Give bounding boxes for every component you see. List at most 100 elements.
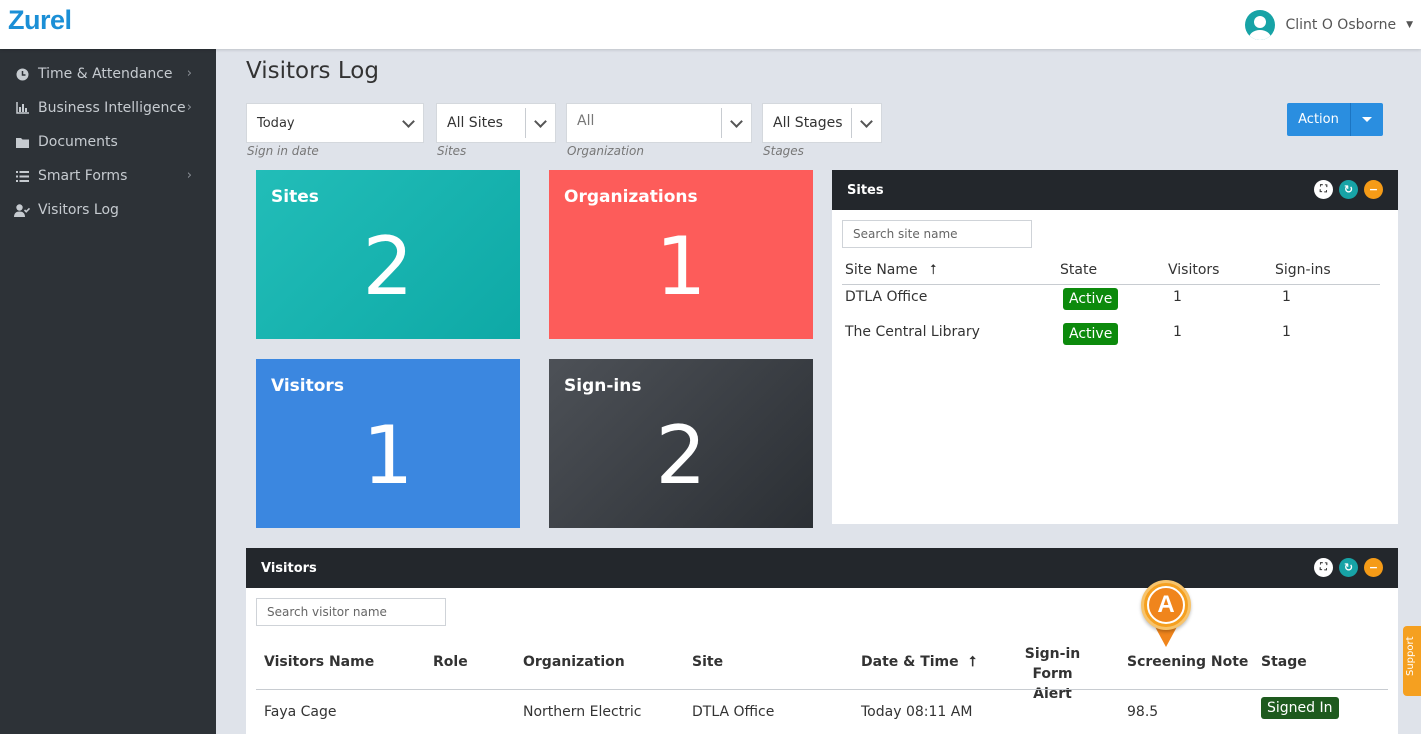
action-button[interactable]: Action xyxy=(1287,103,1350,136)
stages-value: All Stages xyxy=(773,115,843,131)
table-row[interactable]: The Central Library Active 1 1 xyxy=(845,322,1380,357)
col-visitors[interactable]: Visitors xyxy=(1168,262,1219,278)
user-menu[interactable]: Clint O Osborne ▼ xyxy=(1245,10,1413,40)
sidebar-item-business-intelligence[interactable]: Business Intelligence › xyxy=(0,91,216,125)
sort-asc-icon[interactable]: ⭡ xyxy=(970,654,977,670)
visitors-panel: Visitors ⛶ ↻ − Search visitor name Visit… xyxy=(246,548,1398,734)
tile-value: 2 xyxy=(362,220,414,313)
sidebar-item-documents[interactable]: Documents xyxy=(0,125,216,159)
chevron-down-icon[interactable] xyxy=(525,108,555,138)
support-label: Support xyxy=(1405,636,1416,676)
sign-in-date-value: Today xyxy=(257,116,295,131)
table-row[interactable]: Faya Cage Northern Electric DTLA Office … xyxy=(246,694,1398,734)
tile-label: Sign-ins xyxy=(564,376,642,396)
page-title: Visitors Log xyxy=(246,58,379,84)
organization-value: All xyxy=(577,113,595,129)
sites-label: Sites xyxy=(437,144,467,158)
site-search-input[interactable]: Search site name xyxy=(842,220,1032,248)
main-content: Visitors Log Today Sign in date All Site… xyxy=(216,49,1421,734)
minimize-icon[interactable]: − xyxy=(1364,180,1383,199)
site-name-cell: The Central Library xyxy=(845,324,980,340)
annotation-marker: A xyxy=(1138,577,1198,657)
tile-value: 1 xyxy=(362,409,414,502)
action-dropdown-toggle[interactable] xyxy=(1350,103,1383,136)
user-avatar-icon[interactable] xyxy=(1245,10,1276,40)
signins-cell: 1 xyxy=(1282,324,1291,340)
col-signins[interactable]: Sign-ins xyxy=(1275,262,1331,278)
organizations-stat-tile[interactable]: Organizations 1 xyxy=(549,170,813,339)
sidebar-item-label: Time & Attendance xyxy=(38,66,173,82)
chevron-right-icon: › xyxy=(186,66,192,81)
organization-label: Organization xyxy=(567,144,644,158)
visitors-stat-tile[interactable]: Visitors 1 xyxy=(256,359,520,528)
col-site[interactable]: Site xyxy=(692,654,723,670)
top-bar: Zurel Clint O Osborne ▼ xyxy=(0,0,1421,49)
col-visitors-name[interactable]: Visitors Name xyxy=(264,654,374,670)
visitors-panel-header: Visitors ⛶ ↻ − xyxy=(246,548,1398,588)
screening-note-cell: 98.5 xyxy=(1127,704,1159,720)
col-stage[interactable]: Stage xyxy=(1261,654,1307,670)
header-divider xyxy=(842,284,1380,285)
visitors-cell: 1 xyxy=(1173,289,1182,305)
user-name[interactable]: Clint O Osborne xyxy=(1285,17,1396,33)
visitor-search-input[interactable]: Search visitor name xyxy=(256,598,446,626)
chevron-down-icon[interactable] xyxy=(851,108,881,138)
marker-letter: A xyxy=(1147,586,1185,624)
stages-select[interactable]: All Stages xyxy=(762,103,882,143)
user-check-icon xyxy=(14,203,30,217)
sites-panel-header: Sites ⛶ ↻ − xyxy=(832,170,1398,210)
chevron-down-icon[interactable] xyxy=(721,108,751,138)
sites-panel: Sites ⛶ ↻ − Search site name Site Name ⭡… xyxy=(832,170,1398,524)
sidebar-item-visitors-log[interactable]: Visitors Log xyxy=(0,193,216,227)
sign-in-date-label: Sign in date xyxy=(247,144,319,158)
col-organization[interactable]: Organization xyxy=(523,654,625,670)
site-name-cell: DTLA Office xyxy=(845,289,928,305)
sort-asc-icon[interactable]: ⭡ xyxy=(930,262,937,278)
sidebar: Time & Attendance › Business Intelligenc… xyxy=(0,49,216,734)
header-divider xyxy=(256,689,1388,690)
app-logo[interactable]: Zurel xyxy=(8,5,72,36)
organization-cell: Northern Electric xyxy=(523,704,642,720)
chevron-right-icon: › xyxy=(186,100,192,115)
sidebar-item-label: Smart Forms xyxy=(38,168,128,184)
organization-select[interactable]: All xyxy=(566,103,752,143)
col-role[interactable]: Role xyxy=(433,654,468,670)
site-cell: DTLA Office xyxy=(692,704,775,720)
sidebar-item-smart-forms[interactable]: Smart Forms › xyxy=(0,159,216,193)
sites-value: All Sites xyxy=(447,115,503,131)
caret-down-icon[interactable]: ▼ xyxy=(1406,20,1413,30)
sidebar-item-time-attendance[interactable]: Time & Attendance › xyxy=(0,57,216,91)
refresh-icon[interactable]: ↻ xyxy=(1339,558,1358,577)
chevron-right-icon: › xyxy=(186,168,192,183)
visitors-cell: 1 xyxy=(1173,324,1182,340)
sites-select[interactable]: All Sites xyxy=(436,103,556,143)
expand-icon[interactable]: ⛶ xyxy=(1314,180,1333,199)
sites-stat-tile[interactable]: Sites 2 xyxy=(256,170,520,339)
table-row[interactable]: DTLA Office Active 1 1 xyxy=(845,287,1380,322)
chevron-down-icon[interactable] xyxy=(393,108,423,138)
bar-chart-icon xyxy=(14,102,30,114)
col-site-name[interactable]: Site Name ⭡ xyxy=(845,262,937,278)
folder-icon xyxy=(14,137,30,148)
sign-in-date-select[interactable]: Today xyxy=(246,103,424,143)
status-badge: Active xyxy=(1063,288,1119,310)
clock-icon xyxy=(14,68,30,81)
tile-label: Visitors xyxy=(271,376,344,396)
col-state[interactable]: State xyxy=(1060,262,1097,278)
datetime-cell: Today 08:11 AM xyxy=(861,704,973,720)
support-tab[interactable]: Support xyxy=(1403,626,1421,696)
stage-badge: Signed In xyxy=(1261,697,1339,719)
signins-stat-tile[interactable]: Sign-ins 2 xyxy=(549,359,813,528)
action-button-group: Action xyxy=(1287,103,1383,136)
sidebar-item-label: Documents xyxy=(38,134,118,150)
signins-cell: 1 xyxy=(1282,289,1291,305)
list-icon xyxy=(14,170,30,182)
tile-label: Sites xyxy=(271,187,319,207)
refresh-icon[interactable]: ↻ xyxy=(1339,180,1358,199)
minimize-icon[interactable]: − xyxy=(1364,558,1383,577)
panel-title: Visitors xyxy=(261,561,317,576)
expand-icon[interactable]: ⛶ xyxy=(1314,558,1333,577)
panel-title: Sites xyxy=(847,183,884,198)
col-date-time[interactable]: Date & Time ⭡ xyxy=(861,654,976,670)
tile-value: 1 xyxy=(655,220,707,313)
